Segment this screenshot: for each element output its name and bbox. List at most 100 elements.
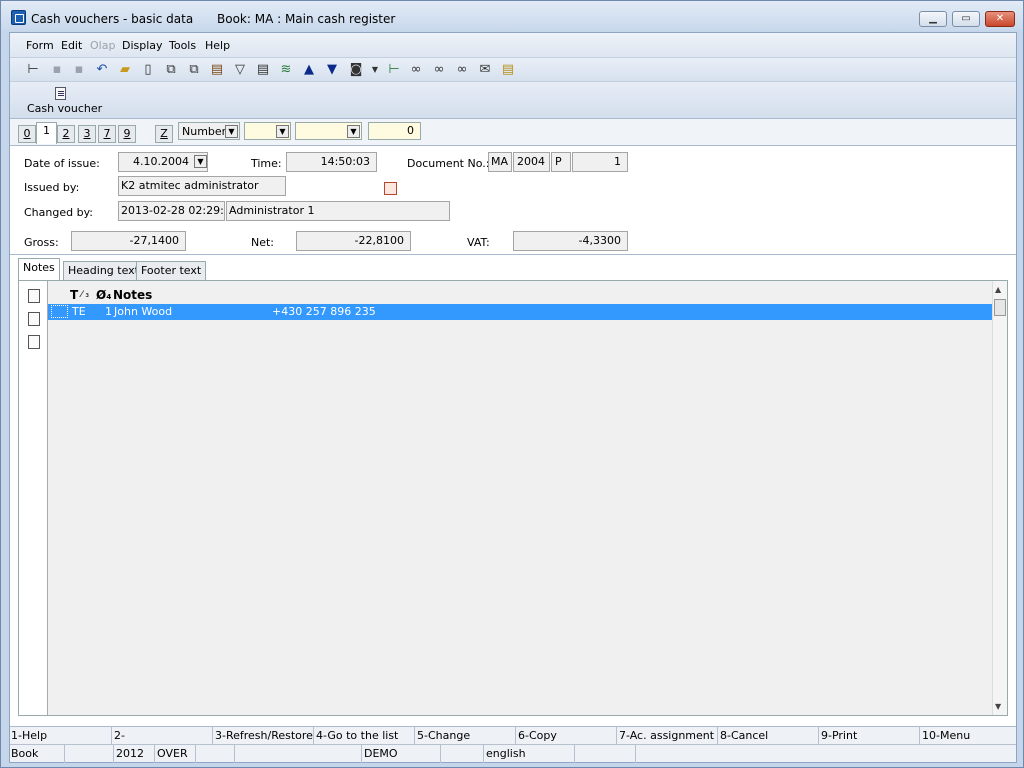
docno-label: Document No.: <box>407 157 490 170</box>
tab-2[interactable]: 2 <box>57 125 75 143</box>
delete-note-icon[interactable] <box>28 335 40 349</box>
mail-icon[interactable]: ✉ <box>477 62 493 78</box>
close-button[interactable]: ✕ <box>985 11 1015 27</box>
menu-olap[interactable]: Olap <box>90 39 115 52</box>
docno-book-field[interactable]: MA <box>488 152 512 172</box>
arrow-up-icon[interactable]: ▲ <box>301 62 317 78</box>
gross-field: -27,1400 <box>71 231 186 251</box>
scroll-thumb[interactable] <box>994 299 1006 316</box>
arrow-down-icon[interactable]: ▼ <box>324 62 340 78</box>
chevron-down-icon[interactable]: ▼ <box>225 125 238 138</box>
fkey-change[interactable]: 5-Change <box>416 727 516 745</box>
dropdown-icon[interactable]: ▼ <box>367 62 383 78</box>
status-book: Book <box>10 745 65 763</box>
fkey-go-to-list[interactable]: 4-Go to the list <box>315 727 415 745</box>
vertical-scrollbar[interactable]: ▲ ▼ <box>992 281 1007 715</box>
notes-side-toolbar <box>19 281 47 715</box>
menu-form[interactable]: Form <box>26 39 54 52</box>
net-label: Net: <box>251 236 275 249</box>
docno-year-field[interactable]: 2004 <box>513 152 550 172</box>
stack-icon[interactable]: ≋ <box>278 62 294 78</box>
binoculars-prev-icon[interactable]: ∞ <box>454 62 470 78</box>
status-mode: DEMO <box>363 745 441 763</box>
menu-help[interactable]: Help <box>205 39 230 52</box>
filter-icon[interactable]: ▽ <box>232 62 248 78</box>
fkey-copy[interactable]: 6-Copy <box>517 727 617 745</box>
fkey-2[interactable]: 2- <box>113 727 213 745</box>
fkey-help[interactable]: 1-Help <box>10 727 112 745</box>
row-note: John Wood <box>114 305 173 318</box>
undo-icon[interactable]: ↶ <box>94 62 110 78</box>
maximize-button[interactable]: ▭ <box>952 11 980 27</box>
save-disabled-icon[interactable]: ▪ <box>71 62 87 78</box>
fkey-ac-assignment[interactable]: 7-Ac. assignment ar <box>618 727 718 745</box>
time-label: Time: <box>251 157 282 170</box>
menu-edit[interactable]: Edit <box>61 39 82 52</box>
status-cell <box>442 745 484 763</box>
client-area: Form Edit Olap Display Tools Help ⊢ ▪ ▪ … <box>9 32 1017 763</box>
time-field[interactable]: 14:50:03 <box>286 152 377 172</box>
copy-doc-icon[interactable]: ⧉ <box>163 62 179 78</box>
binoculars-icon[interactable]: ∞ <box>408 62 424 78</box>
paste-doc-icon[interactable] <box>384 182 397 195</box>
date-value: 4.10.2004 <box>133 155 189 168</box>
issued-field[interactable]: K2 atmitec administrator <box>118 176 286 196</box>
fkey-refresh[interactable]: 3-Refresh/Restore <box>214 727 314 745</box>
add-note-icon[interactable] <box>28 289 40 303</box>
scroll-down-icon[interactable]: ▼ <box>995 702 1001 711</box>
binoculars-next-icon[interactable]: ∞ <box>431 62 447 78</box>
filter-select-1[interactable]: ▼ <box>244 122 291 140</box>
app-icon <box>11 10 26 25</box>
tab-heading-text[interactable]: Heading text <box>63 261 144 281</box>
docno-type-field[interactable]: P <box>551 152 571 172</box>
chevron-down-icon[interactable]: ▼ <box>194 155 207 168</box>
edit-note-icon[interactable] <box>28 312 40 326</box>
col-type[interactable]: T <box>70 288 78 302</box>
new-doc-icon[interactable]: ▯ <box>140 62 156 78</box>
notes-grid[interactable]: T ⁄ ₃ Ø₄ Notes TE 1 John Wood +430 257 8… <box>47 281 993 715</box>
docno-number-field[interactable]: 1 <box>572 152 628 172</box>
chevron-down-icon[interactable]: ▼ <box>347 125 360 138</box>
col-notes[interactable]: Notes <box>113 288 152 302</box>
z-button[interactable]: Z <box>155 125 173 143</box>
gross-label: Gross: <box>24 236 59 249</box>
tab-notes[interactable]: Notes <box>18 258 60 281</box>
tree-icon[interactable]: ⊢ <box>25 62 41 78</box>
tree-add-icon[interactable]: ⊢ <box>386 62 402 78</box>
scroll-up-icon[interactable]: ▲ <box>995 285 1001 294</box>
changed-label: Changed by: <box>24 206 93 219</box>
chevron-down-icon[interactable]: ▼ <box>276 125 289 138</box>
status-cell <box>66 745 114 763</box>
col-num[interactable]: Ø₄ <box>96 288 111 302</box>
book-icon[interactable]: ▤ <box>209 62 225 78</box>
tab-footer-text[interactable]: Footer text <box>136 261 207 281</box>
title-bar[interactable]: Cash vouchers - basic data Book: MA : Ma… <box>1 1 1023 31</box>
fkey-cancel[interactable]: 8-Cancel <box>719 727 819 745</box>
date-field[interactable]: 4.10.2004 ▼ <box>118 152 208 172</box>
menu-tools[interactable]: Tools <box>169 39 196 52</box>
sort-select[interactable]: Number ▼ <box>178 122 240 140</box>
tab-0[interactable]: 0 <box>18 125 36 143</box>
row-type: TE <box>72 305 86 318</box>
tab-7[interactable]: 7 <box>98 125 116 143</box>
camera-icon[interactable]: ◙ <box>348 62 364 78</box>
tab-9[interactable]: 9 <box>118 125 136 143</box>
filter-select-2[interactable]: ▼ <box>295 122 362 140</box>
fkey-menu[interactable]: 10-Menu <box>921 727 1016 745</box>
filter-count-field[interactable]: 0 <box>368 122 421 140</box>
page-tab-row: 0 1 2 3 7 9 Z Number ▼ ▼ ▼ 0 <box>10 119 1016 145</box>
table-row[interactable]: TE 1 John Wood +430 257 896 235 <box>48 304 993 320</box>
notes-panel: T ⁄ ₃ Ø₄ Notes TE 1 John Wood +430 257 8… <box>18 280 1008 716</box>
open-folder-icon[interactable]: ▰ <box>117 62 133 78</box>
filter-doc-icon[interactable]: ▤ <box>255 62 271 78</box>
paste-doc-icon[interactable]: ⧉ <box>186 62 202 78</box>
col-sort[interactable]: ⁄ ₃ <box>81 290 89 300</box>
fkey-print[interactable]: 9-Print <box>820 727 920 745</box>
tab-1[interactable]: 1 <box>36 122 57 144</box>
tab-3[interactable]: 3 <box>78 125 96 143</box>
minimize-button[interactable]: ▁ <box>919 11 947 27</box>
function-key-bar: 1-Help 2- 3-Refresh/Restore 4-Go to the … <box>10 726 1016 745</box>
notes-icon[interactable]: ▤ <box>500 62 516 78</box>
save-icon[interactable]: ▪ <box>49 62 65 78</box>
menu-display[interactable]: Display <box>122 39 163 52</box>
